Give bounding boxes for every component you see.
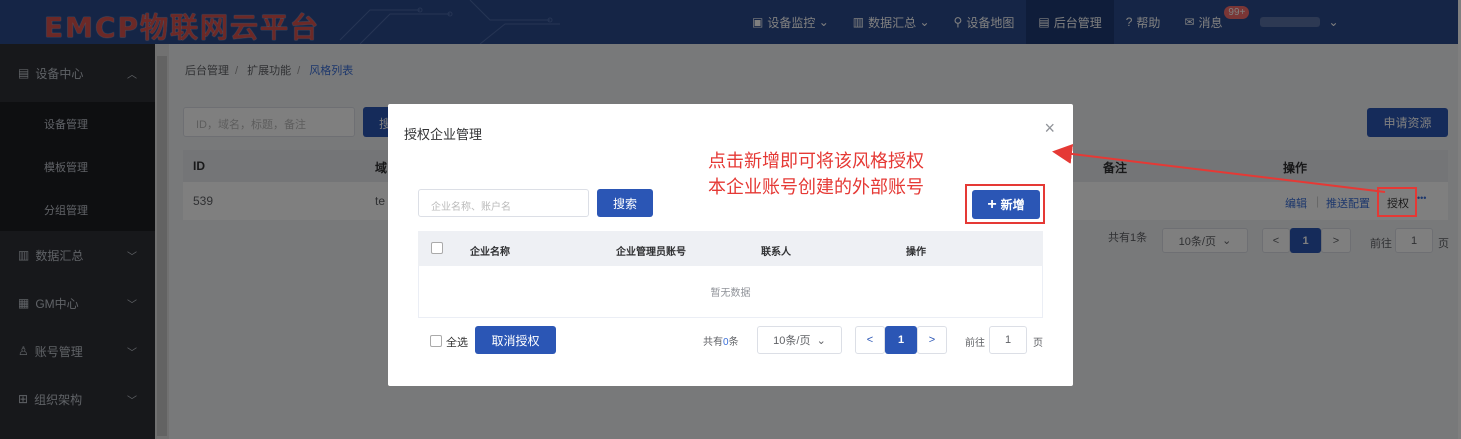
enterprise-search-input[interactable]: 企业名称、账户名 — [418, 189, 589, 217]
modal-goto-label: 前往 — [965, 338, 985, 349]
annotation-text: 点击新增即可将该风格授权 本企业账号创建的外部账号 — [708, 149, 924, 201]
plus-icon: + — [987, 195, 997, 213]
modal-table-header: 企业名称 企业管理员账号 联系人 操作 — [418, 231, 1043, 266]
annotation-arrow — [1052, 144, 1386, 193]
modal-page-1-button[interactable]: 1 — [885, 326, 917, 354]
modal-search-button[interactable]: 搜索 — [597, 189, 653, 217]
col-admin-account: 企业管理员账号 — [616, 247, 686, 258]
annotation-line-1: 点击新增即可将该风格授权 — [708, 151, 924, 172]
close-icon[interactable]: × — [1044, 118, 1055, 139]
select-all-label: 全选 — [446, 337, 468, 349]
modal-goto-page-input[interactable]: 1 — [989, 326, 1027, 354]
col-ops: 操作 — [906, 247, 926, 258]
modal-page-size-select[interactable]: 10条/页 ⌄ — [757, 326, 842, 354]
empty-state: 暂无数据 — [418, 266, 1043, 318]
chevron-down-icon: ⌄ — [816, 334, 826, 347]
col-contact: 联系人 — [761, 247, 791, 258]
modal-title: 授权企业管理 — [404, 127, 483, 142]
col-enterprise-name: 企业名称 — [470, 247, 510, 258]
add-button[interactable]: + 新增 — [972, 190, 1040, 219]
modal-prev-page-button[interactable]: < — [855, 326, 885, 354]
annotation-line-2: 本企业账号创建的外部账号 — [708, 177, 924, 198]
modal-page-unit-label: 页 — [1033, 338, 1043, 349]
modal-pager-total: 共有0条 — [703, 337, 739, 348]
authorize-enterprise-modal: 授权企业管理 × 企业名称、账户名 搜索 + 新增 企业名称 企业管理员账号 联… — [388, 104, 1073, 386]
modal-next-page-button[interactable]: > — [917, 326, 947, 354]
cancel-auth-button[interactable]: 取消授权 — [475, 326, 556, 354]
select-all-checkbox[interactable] — [430, 335, 442, 347]
header-checkbox[interactable] — [431, 242, 443, 254]
